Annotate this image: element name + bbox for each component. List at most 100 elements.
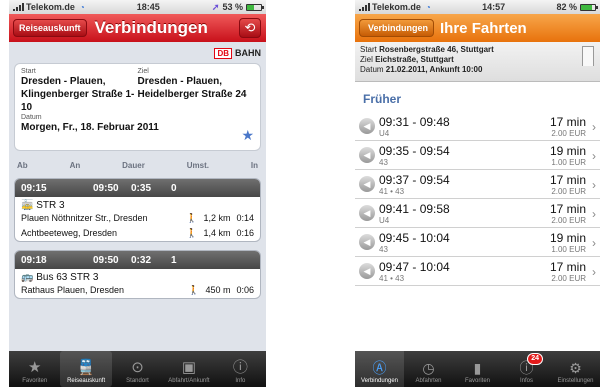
conn-umst: 0: [171, 182, 177, 194]
db-bahn-screen: Telekom.de ◔ 18:45 ➚ 53 % Reiseauskunft …: [9, 0, 266, 387]
tab-label: Infos: [519, 378, 533, 384]
col-an: An: [69, 161, 81, 170]
earlier-link[interactable]: Früher: [355, 82, 600, 112]
departure-board-icon: ▣: [181, 359, 197, 376]
col-dauer: Dauer: [122, 161, 145, 170]
trip-row[interactable]: ◀ 09:47 - 10:04 41 • 43 17 min 2.00 EUR ›: [355, 257, 600, 286]
tab-infos[interactable]: ⓘ 24 Infos: [502, 351, 551, 387]
chevron-right-icon: ›: [592, 207, 596, 221]
leg-dist: 1,2 km: [203, 213, 231, 223]
trip-icon: ◀: [359, 263, 375, 279]
tab-bar: Ⓐ Verbindungen ◷ Abfahrten ▮ Favoriten ⓘ 24 I…: [355, 351, 600, 387]
chevron-right-icon: ›: [592, 265, 596, 279]
trip-price: 1.00 EUR: [551, 244, 586, 254]
carrier-name: Telekom.de: [26, 2, 75, 12]
tab-info[interactable]: ⓘ Info: [215, 351, 266, 387]
trip-row[interactable]: ◀ 09:35 - 09:54 43 19 min 1.00 EUR ›: [355, 141, 600, 170]
trip-row[interactable]: ◀ 09:41 - 09:58 U4 17 min 2.00 EUR ›: [355, 199, 600, 228]
refresh-button[interactable]: ⟲: [239, 18, 261, 38]
brand-row: DB BAHN: [9, 46, 266, 60]
connection-header: 09:18 09:50 0:32 1: [15, 251, 260, 269]
tab-favoriten[interactable]: ▮ Favoriten: [453, 351, 502, 387]
tab-label: Einstellungen: [557, 378, 594, 384]
star-icon: ★: [27, 359, 42, 376]
trip-row[interactable]: ◀ 09:31 - 09:48 U4 17 min 2.00 EUR ›: [355, 112, 600, 141]
brand-name: BAHN: [235, 48, 261, 58]
route-ab-icon: Ⓐ: [372, 360, 387, 376]
leg-row: Rathaus Plauen, Dresden 🚶 450 m 0:06: [15, 283, 260, 298]
tab-label: Abfahrten: [415, 378, 442, 384]
trip-duration: 19 min: [549, 143, 586, 158]
leg-dist: 1,4 km: [203, 228, 231, 238]
col-ab: Ab: [17, 161, 28, 170]
trip-duration: 17 min: [549, 114, 586, 129]
tab-verbindungen[interactable]: Ⓐ Verbindungen: [355, 351, 404, 387]
tab-reiseauskunft[interactable]: 🚆 Reiseauskunft: [60, 351, 112, 387]
trip-duration: 17 min: [549, 201, 586, 216]
trip-duration: 17 min: [549, 172, 586, 187]
notification-badge: 24: [527, 353, 543, 365]
walk-icon: 🚶: [186, 228, 198, 238]
trip-icon: ◀: [359, 234, 375, 250]
tab-label: Abfahrt/Ankunft: [168, 378, 210, 384]
tab-standort[interactable]: ⊙ Standort: [112, 351, 163, 387]
start-label: Start: [21, 68, 36, 75]
trip-time: 09:35 - 09:54: [379, 143, 450, 158]
conn-line: 🚋 STR 3: [15, 197, 260, 211]
tab-label: Info: [235, 378, 246, 384]
line-name: Bus 63 STR 3: [36, 272, 99, 283]
tram-icon: 🚋: [21, 200, 34, 211]
trip-row[interactable]: ◀ 09:37 - 09:54 41 • 43 17 min 2.00 EUR ›: [355, 170, 600, 199]
trip-line: 41 • 43: [379, 186, 405, 196]
start-label: Start: [360, 45, 377, 54]
trip-duration: 19 min: [549, 230, 586, 245]
info-icon: ⓘ: [232, 359, 248, 376]
trip-time: 09:37 - 09:54: [379, 172, 450, 187]
leg-time: 0:16: [236, 228, 254, 238]
trip-time: 09:45 - 10:04: [379, 230, 450, 245]
status-bar: Telekom.de ◔ 14:57 82 %: [355, 0, 600, 14]
tab-label: Favoriten: [464, 378, 490, 384]
bookmark-icon: ▮: [473, 360, 482, 376]
tab-label: Verbindungen: [360, 378, 399, 384]
bookmark-icon[interactable]: [582, 46, 594, 66]
nav-bar: Reiseauskunft Verbindungen ⟲: [9, 14, 266, 42]
favorite-star-icon[interactable]: ★: [241, 127, 254, 144]
trip-row[interactable]: ◀ 09:45 - 10:04 43 19 min 1.00 EUR ›: [355, 228, 600, 257]
tab-einstellungen[interactable]: ⚙ Einstellungen: [551, 351, 600, 387]
ziel-value: Eichstraße, Stuttgart: [375, 55, 454, 64]
ziel-label: Ziel: [137, 68, 149, 75]
search-summary-card[interactable]: Start Dresden - Plauen, Klingenberger St…: [14, 63, 261, 151]
chevron-right-icon: ›: [592, 120, 596, 134]
walk-icon: 🚶: [186, 213, 198, 223]
trip-line: U4: [379, 128, 390, 138]
back-button[interactable]: Reiseauskunft: [13, 19, 87, 37]
trip-info-header: Start Rosenbergstraße 46, Stuttgart Ziel…: [355, 42, 600, 82]
status-time: 18:45: [136, 2, 160, 12]
trip-line: 41 • 43: [379, 273, 405, 283]
leg-time: 0:06: [236, 285, 254, 295]
back-button[interactable]: Verbindungen: [359, 19, 435, 37]
trip-line: U4: [379, 215, 390, 225]
conn-ab: 09:15: [21, 182, 47, 194]
leg-dist: 450 m: [205, 285, 231, 295]
tab-abfahrten[interactable]: ◷ Abfahrten: [404, 351, 453, 387]
connection-card[interactable]: 09:18 09:50 0:32 1 🚌 Bus 63 STR 3 Rathau…: [14, 250, 261, 299]
db-logo: DB: [214, 47, 232, 59]
trip-duration: 17 min: [549, 259, 586, 274]
conn-line: 🚌 Bus 63 STR 3: [15, 269, 260, 283]
start-value: Rosenbergstraße 46, Stuttgart: [379, 45, 494, 54]
trip-price: 2.00 EUR: [551, 215, 586, 225]
chevron-right-icon: ›: [592, 178, 596, 192]
tab-abfahrt-ankunft[interactable]: ▣ Abfahrt/Ankunft: [163, 351, 214, 387]
trip-icon: ◀: [359, 205, 375, 221]
vvs-trips-screen: Telekom.de ◔ 14:57 82 % Verbindungen Ihr…: [355, 0, 600, 387]
connection-card[interactable]: 09:15 09:50 0:35 0 🚋 STR 3 Plauen Nöthni…: [14, 178, 261, 242]
datum-label: Datum: [360, 65, 384, 74]
status-time: 14:57: [482, 2, 506, 12]
tab-favoriten[interactable]: ★ Favoriten: [9, 351, 60, 387]
tab-bar: ★ Favoriten 🚆 Reiseauskunft ⊙ Standort ▣ Abf…: [9, 351, 266, 387]
col-umst: Umst.: [186, 161, 209, 170]
signal-icon: [359, 3, 370, 11]
battery-percent: 53 %: [222, 2, 243, 12]
